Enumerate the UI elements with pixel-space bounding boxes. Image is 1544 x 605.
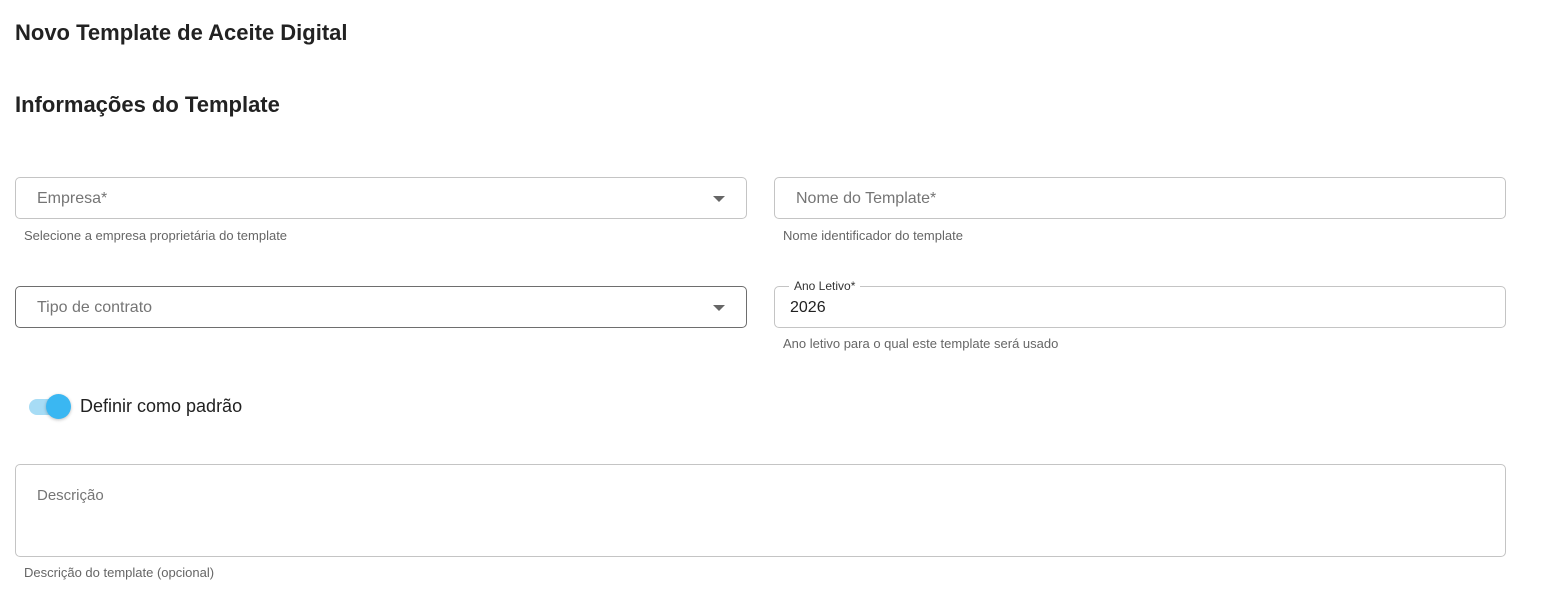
chevron-down-icon[interactable] xyxy=(713,196,725,202)
ano-letivo-input[interactable]: Ano Letivo* 2026 xyxy=(774,279,1506,328)
page-title: Novo Template de Aceite Digital xyxy=(15,20,348,45)
empresa-helper-text: Selecione a empresa proprietária do temp… xyxy=(24,228,288,243)
empresa-placeholder: Empresa* xyxy=(37,190,108,207)
chevron-down-icon[interactable] xyxy=(713,305,725,311)
ano-letivo-label: Ano Letivo* xyxy=(789,279,861,293)
nome-template-placeholder: Nome do Template* xyxy=(796,190,937,207)
padrao-toggle[interactable] xyxy=(28,394,72,420)
section-title: Informações do Template xyxy=(15,92,280,117)
descricao-placeholder: Descrição xyxy=(37,487,104,504)
toggle-thumb[interactable] xyxy=(46,394,71,419)
descricao-textarea[interactable]: Descrição xyxy=(15,464,1506,557)
tipo-contrato-select[interactable]: Tipo de contrato xyxy=(15,286,747,328)
descricao-helper-text: Descrição do template (opcional) xyxy=(24,565,215,580)
nome-template-helper-text: Nome identificador do template xyxy=(783,228,963,243)
padrao-toggle-label[interactable]: Definir como padrão xyxy=(80,396,242,417)
ano-letivo-value: 2026 xyxy=(790,299,826,316)
nome-template-input[interactable]: Nome do Template* xyxy=(774,177,1506,219)
ano-letivo-helper-text: Ano letivo para o qual este template ser… xyxy=(783,336,1059,351)
empresa-select[interactable]: Empresa* xyxy=(15,177,747,219)
tipo-contrato-placeholder: Tipo de contrato xyxy=(37,299,153,316)
